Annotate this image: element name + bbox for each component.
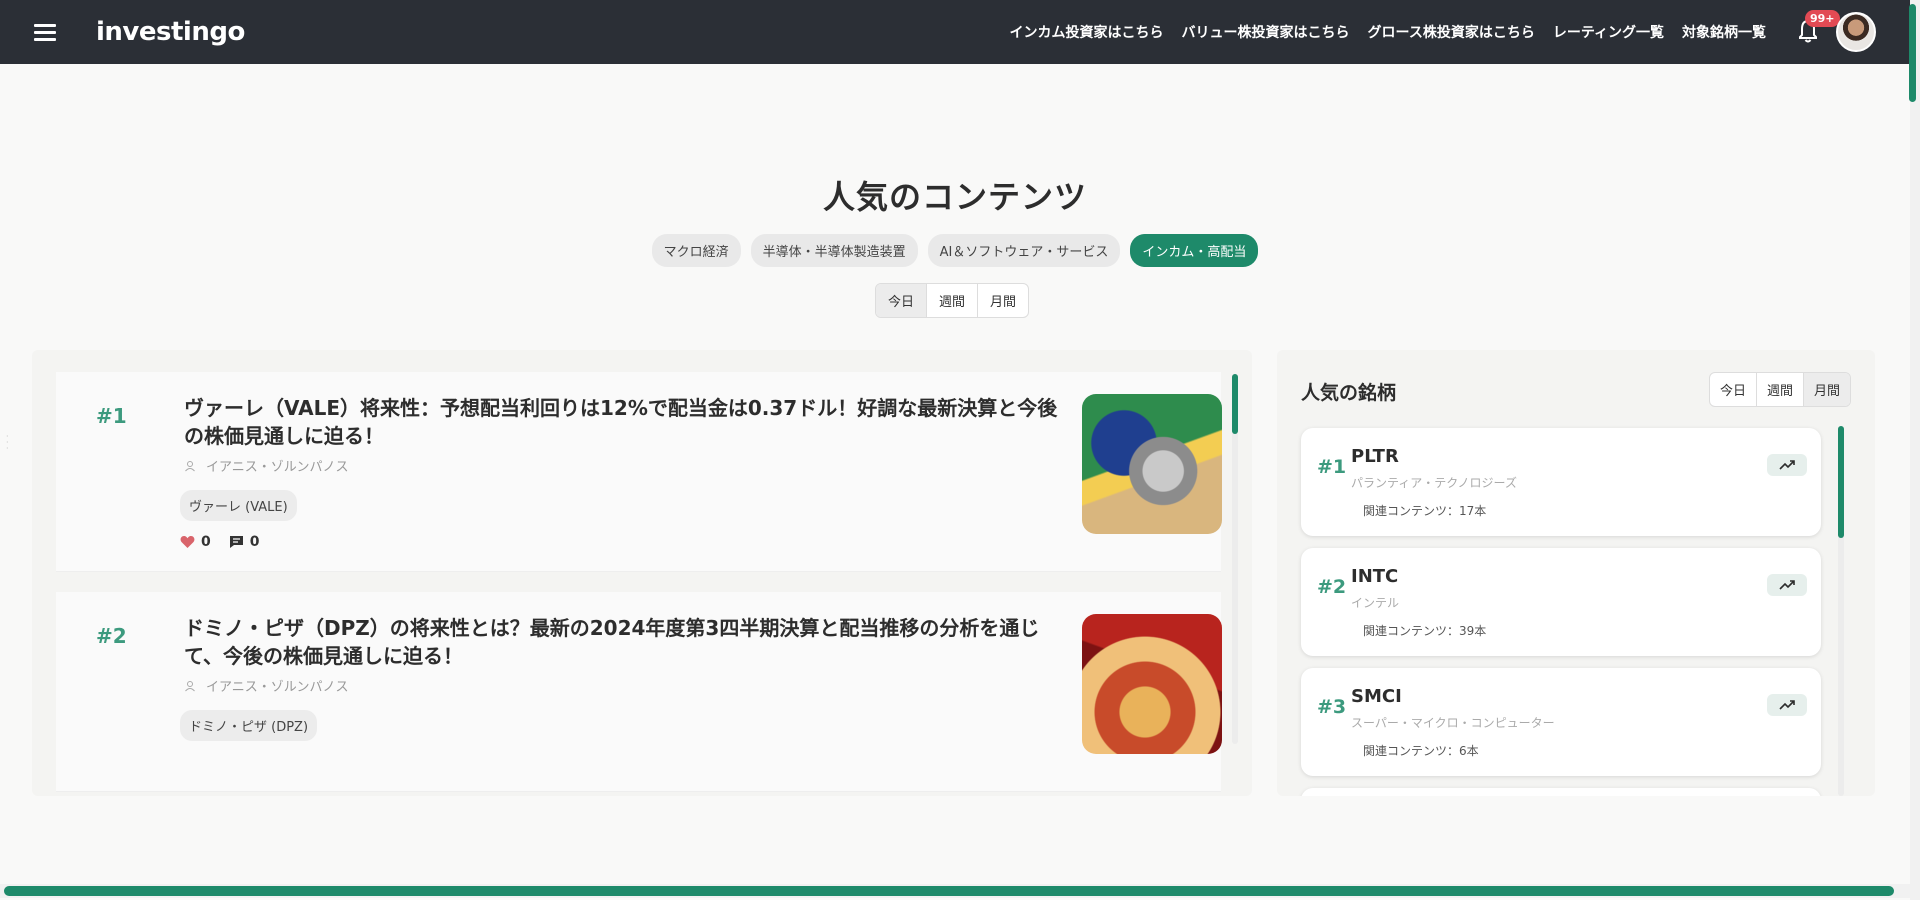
popular-stocks-panel: 人気の銘柄 今日 週間 月間 #1 PLTR パランティア・テクノロジーズ 関連… [1277,350,1875,796]
period-week[interactable]: 週間 [927,284,979,317]
stock-name: インテル [1351,596,1400,610]
stock-rank: #2 [1317,576,1347,598]
nav-stock-list[interactable]: 対象銘柄一覧 [1682,22,1766,42]
stock-name: スーパー・マイクロ・コンピューター [1351,716,1555,730]
article-author: イアニス・ゾルンパノス [184,676,348,695]
comment-icon [229,536,243,548]
like-count: 0 [201,534,211,550]
category-income[interactable]: インカム・高配当 [1130,234,1259,267]
nav-value-investors[interactable]: バリュー株投資家はこちら [1182,22,1350,42]
stocks-period-toggle: 今日 週間 月間 [1708,372,1851,407]
stocks-period-month[interactable]: 月間 [1803,373,1850,406]
page-vertical-scrollbar-track [1910,0,1920,900]
period-today[interactable]: 今日 [876,284,928,317]
article-rank: #2 [96,624,127,648]
article-tag[interactable]: ヴァーレ (VALE) [180,490,297,521]
article-stats: 0 0 [180,534,260,550]
trend-icon[interactable] [1767,574,1807,596]
article-title[interactable]: ヴァーレ（VALE）将来性：予想配当利回りは12%で配当金は0.37ドル！好調な… [184,394,1064,450]
avatar[interactable] [1836,12,1876,52]
popular-articles-panel: #1 ヴァーレ（VALE）将来性：予想配当利回りは12%で配当金は0.37ドル！… [32,350,1252,796]
stocks-period-week[interactable]: 週間 [1757,373,1804,406]
nav-income-investors[interactable]: インカム投資家はこちら [1010,22,1164,42]
logo[interactable]: investingo [96,17,245,47]
stock-related-count: 関連コンテンツ：39本 [1363,624,1487,638]
article-author: イアニス・ゾルンパノス [184,456,348,475]
stock-related-count: 関連コンテンツ：17本 [1363,504,1487,518]
stock-ticker: SMCI [1351,686,1402,707]
page-horizontal-scrollbar[interactable] [4,886,1894,896]
stock-card[interactable]: #2 INTC インテル 関連コンテンツ：39本 [1301,548,1821,656]
stock-card[interactable]: #3 SMCI スーパー・マイクロ・コンピューター 関連コンテンツ：6本 [1301,668,1821,776]
stock-card[interactable]: #1 PLTR パランティア・テクノロジーズ 関連コンテンツ：17本 [1301,428,1821,536]
trend-icon[interactable] [1767,454,1807,476]
heart-icon [180,536,195,548]
nav-growth-investors[interactable]: グロース株投資家はこちら [1368,22,1535,42]
top-bar: investingo インカム投資家はこちら バリュー株投資家はこちら グロース… [0,0,1910,64]
period-toggle: 今日 週間 月間 [875,283,1030,318]
stock-ticker: PLTR [1351,446,1399,467]
stock-ticker: INTC [1351,566,1399,587]
user-icon [185,460,195,471]
stock-name: パランティア・テクノロジーズ [1351,476,1517,490]
stocks-scrollbar[interactable] [1838,426,1844,538]
user-icon [185,680,195,691]
article-item[interactable]: #2 ドミノ・ピザ（DPZ）の将来性とは？最新の2024年度第3四半期決算と配当… [56,592,1222,792]
drag-handle[interactable]: · · · [6,433,9,453]
page-vertical-scrollbar[interactable] [1909,4,1916,102]
stock-rank: #3 [1317,696,1347,718]
article-rank: #1 [96,404,127,428]
articles-scrollbar[interactable] [1232,374,1238,434]
trend-icon[interactable] [1767,694,1807,716]
bitcoin-image[interactable] [1082,394,1222,534]
pizza-image[interactable] [1082,614,1222,754]
page-title: 人気のコンテンツ [822,178,1087,216]
comment-count: 0 [249,534,260,550]
stock-card[interactable] [1301,788,1821,796]
period-month[interactable]: 月間 [978,284,1028,317]
article-title[interactable]: ドミノ・ピザ（DPZ）の将来性とは？最新の2024年度第3四半期決算と配当推移の… [184,614,1064,670]
comments[interactable]: 0 [229,534,260,550]
stocks-period-today[interactable]: 今日 [1710,373,1757,406]
article-item[interactable]: #1 ヴァーレ（VALE）将来性：予想配当利回りは12%で配当金は0.37ドル！… [56,372,1222,572]
author-name: イアニス・ゾルンパノス [206,680,349,695]
category-ai-software[interactable]: AI＆ソフトウェア・サービス [927,234,1121,267]
stock-related-count: 関連コンテンツ：6本 [1363,744,1479,758]
stock-rank: #1 [1317,456,1347,478]
likes[interactable]: 0 [180,534,211,550]
category-tabs: マクロ経済 半導体・半導体製造装置 AI＆ソフトウェア・サービス インカム・高配… [0,234,1910,267]
article-tag[interactable]: ドミノ・ピザ (DPZ) [180,710,318,741]
author-name: イアニス・ゾルンパノス [206,460,349,475]
main-nav: インカム投資家はこちら バリュー株投資家はこちら グロース株投資家はこちら レー… [1010,0,1766,64]
stocks-panel-title: 人気の銘柄 [1301,382,1397,404]
nav-ratings[interactable]: レーティング一覧 [1553,22,1664,42]
category-semiconductor[interactable]: 半導体・半導体製造装置 [750,234,918,267]
menu-icon[interactable] [34,24,56,41]
category-macro[interactable]: マクロ経済 [651,234,741,267]
notification-badge: 99+ [1805,10,1840,27]
